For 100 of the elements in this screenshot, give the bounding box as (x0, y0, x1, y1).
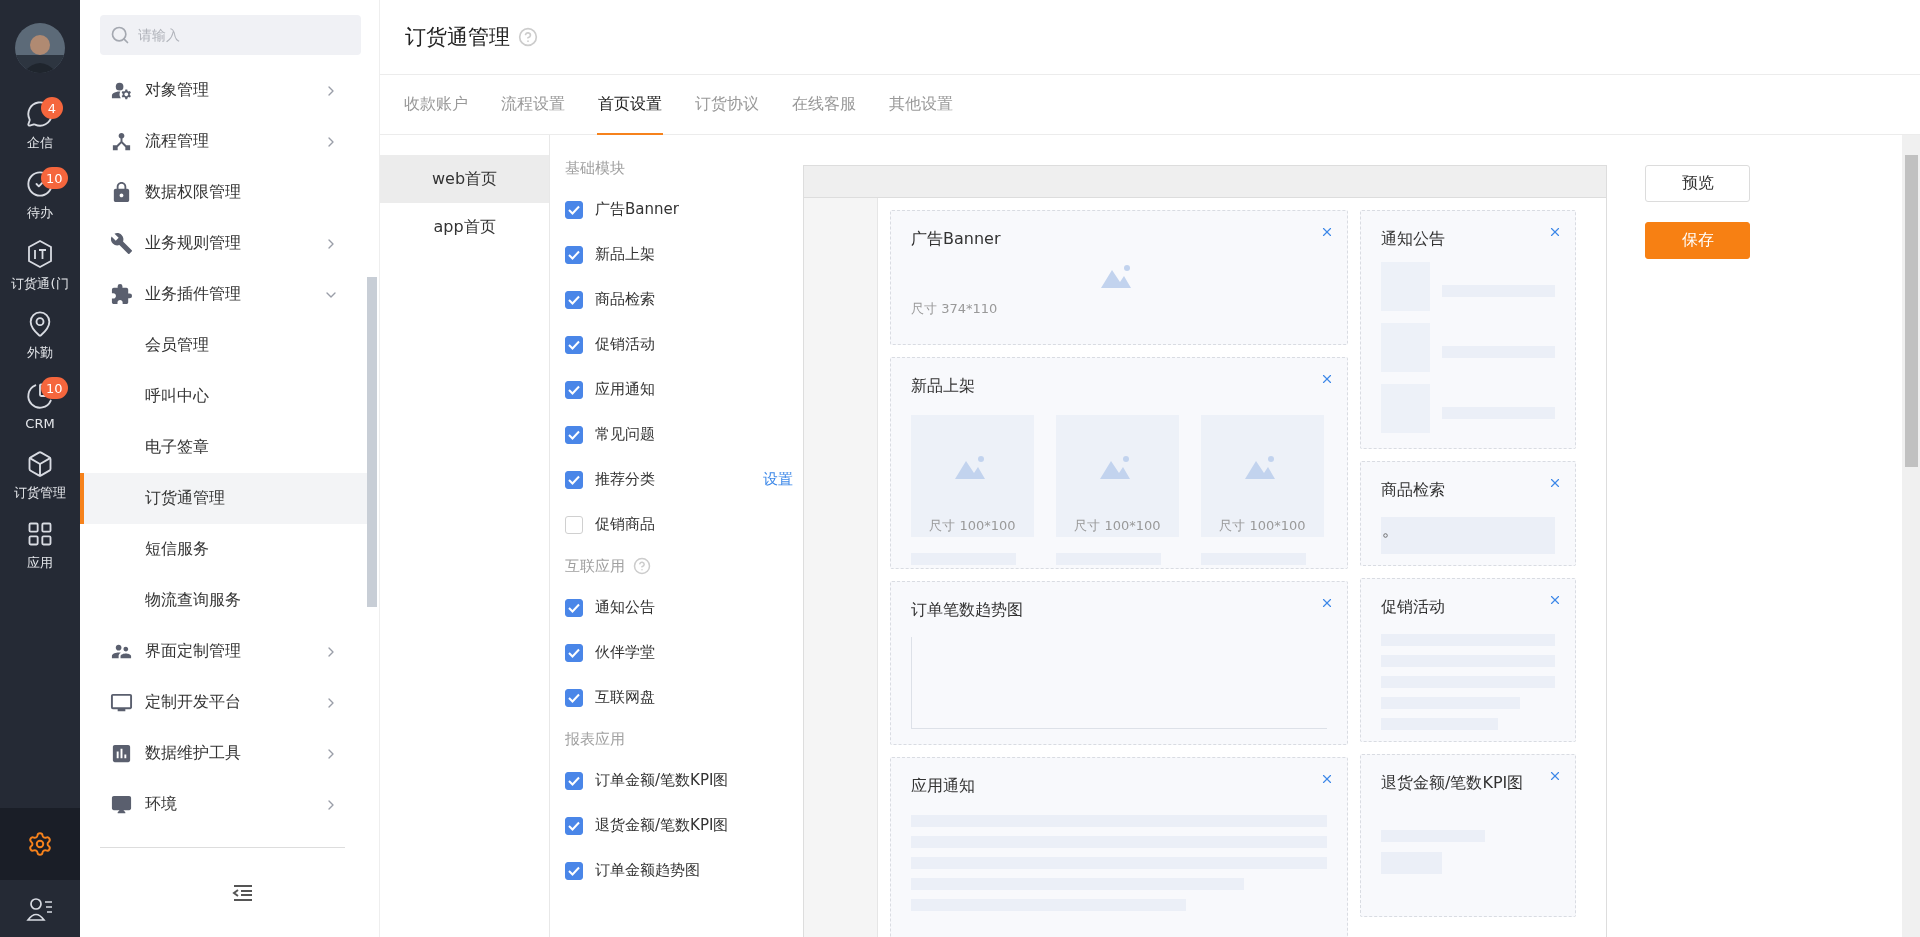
page-title: 订货通管理 (405, 24, 510, 51)
menu-item[interactable]: 数据维护工具 (80, 728, 379, 779)
settings-link[interactable]: 设置 (763, 470, 793, 489)
card-title: 应用通知 (911, 776, 976, 797)
checkbox[interactable] (565, 425, 583, 444)
count-badge: 10 (41, 167, 68, 189)
checkbox-label: 促销活动 (595, 335, 656, 354)
card-title: 订单笔数趋势图 (911, 600, 1024, 621)
checkbox-label: 商品检索 (595, 290, 656, 309)
checkbox[interactable] (565, 335, 583, 354)
checkbox-label: 广告Banner (595, 200, 680, 219)
close-icon[interactable] (1548, 476, 1562, 490)
submenu-item[interactable]: 订货通管理 (80, 473, 369, 524)
checkbox-label: 新品上架 (595, 245, 656, 264)
checkbox-label: 订单金额趋势图 (595, 861, 701, 880)
puzzle-icon (110, 283, 133, 306)
count-badge: 10 (41, 377, 68, 399)
checkbox[interactable] (565, 861, 583, 880)
module-card[interactable]: 商品检索 (1360, 461, 1576, 566)
checkbox[interactable] (565, 515, 583, 534)
menu-item[interactable]: 对象管理 (80, 65, 379, 116)
checkbox[interactable] (565, 688, 583, 707)
nav-item[interactable]: CRM 10 (0, 371, 80, 441)
close-icon[interactable] (1548, 593, 1562, 607)
hub-icon (110, 130, 133, 153)
module-card[interactable]: 订单笔数趋势图 (890, 581, 1348, 745)
nav-item[interactable]: 外勤 (0, 301, 80, 371)
bar-chart-icon (110, 742, 133, 765)
checkbox[interactable] (565, 200, 583, 219)
preview-button[interactable]: 预览 (1645, 165, 1750, 202)
module-card[interactable]: 应用通知 (890, 757, 1348, 937)
menu-item[interactable]: 环境 (80, 779, 379, 830)
nav-item[interactable]: 企信 4 (0, 91, 80, 161)
nav-item[interactable]: 订货管理 (0, 441, 80, 511)
checkbox[interactable] (565, 598, 583, 617)
circle-icon (1383, 533, 1388, 538)
card-title: 广告Banner (911, 229, 1002, 250)
card-title: 商品检索 (1381, 480, 1446, 501)
checkbox-label: 常见问题 (595, 425, 656, 444)
checkbox[interactable] (565, 380, 583, 399)
size-label: 尺寸 100*100 (1074, 517, 1161, 535)
chat-icon (26, 100, 54, 128)
menu-item[interactable]: 数据权限管理 (80, 167, 379, 218)
module-card[interactable]: 通知公告 (1360, 210, 1576, 449)
scrollbar[interactable] (367, 277, 377, 607)
module-card[interactable]: 退货金额/笔数KPI图 (1360, 754, 1576, 917)
close-icon[interactable] (1548, 769, 1562, 783)
wrench-icon (110, 232, 133, 255)
checkbox[interactable] (565, 245, 583, 264)
checkbox-label: 订单金额/笔数KPI图 (595, 771, 730, 790)
card-title: 促销活动 (1381, 597, 1446, 618)
submenu-item[interactable]: 呼叫中心 (80, 371, 379, 422)
nav-item[interactable]: 应用 (0, 511, 80, 581)
checkbox-label: 互联网盘 (595, 688, 656, 707)
module-card[interactable]: 促销活动 (1360, 578, 1576, 742)
nav-button[interactable] (0, 808, 80, 880)
card-title: 通知公告 (1381, 229, 1446, 250)
scrollbar[interactable] (1902, 135, 1920, 937)
count-badge: 4 (41, 97, 63, 119)
search-field[interactable]: 请输入 (100, 15, 361, 55)
menu-item[interactable]: 界面定制管理 (80, 626, 379, 677)
nav-item[interactable]: 待办 10 (0, 161, 80, 231)
close-icon[interactable] (1320, 596, 1334, 610)
size-label: 尺寸 374*110 (911, 300, 999, 318)
module-card[interactable]: 广告Banner 尺寸 374*110 (890, 210, 1348, 345)
grid-icon (26, 520, 54, 548)
group-title: 报表应用 (565, 729, 625, 749)
checkbox-label: 促销商品 (595, 515, 656, 534)
menu-item[interactable]: 流程管理 (80, 116, 379, 167)
submenu-item[interactable]: 短信服务 (80, 524, 379, 575)
close-icon[interactable] (1548, 225, 1562, 239)
menu-item[interactable]: 业务规则管理 (80, 218, 379, 269)
menu-item[interactable]: 业务插件管理 (80, 269, 379, 320)
close-icon[interactable] (1320, 772, 1334, 786)
checkbox-label: 应用通知 (595, 380, 656, 399)
side-tab[interactable]: app首页 (380, 203, 549, 251)
module-card[interactable]: 新品上架 尺寸 100*100 尺寸 100*100 尺寸 100*100 (890, 357, 1348, 569)
submenu-item[interactable]: 电子签章 (80, 422, 379, 473)
checkbox[interactable] (565, 643, 583, 662)
close-icon[interactable] (1320, 225, 1334, 239)
checkbox[interactable] (565, 816, 583, 835)
checkbox[interactable] (565, 290, 583, 309)
submenu-item[interactable]: 物流查询服务 (80, 575, 379, 626)
card-title: 退货金额/笔数KPI图 (1381, 773, 1525, 794)
checkbox[interactable] (565, 771, 583, 790)
checkbox-label: 推荐分类 (595, 470, 656, 489)
checkbox[interactable] (565, 470, 583, 489)
menu-item[interactable]: 定制开发平台 (80, 677, 379, 728)
tab[interactable]: 首页设置 (597, 75, 663, 135)
size-label: 尺寸 100*100 (929, 517, 1016, 535)
side-tab[interactable]: web首页 (380, 155, 549, 203)
nav-item[interactable]: 订货通(门 (0, 231, 80, 301)
checkbox-label: 退货金额/笔数KPI图 (595, 816, 730, 835)
collapse-icon[interactable] (231, 883, 254, 902)
settings-icon (27, 831, 53, 857)
close-icon[interactable] (1320, 372, 1334, 386)
hexagon-icon (26, 239, 54, 269)
user-list-icon (26, 895, 54, 922)
box-icon (26, 450, 54, 478)
submenu-item[interactable]: 会员管理 (80, 320, 379, 371)
